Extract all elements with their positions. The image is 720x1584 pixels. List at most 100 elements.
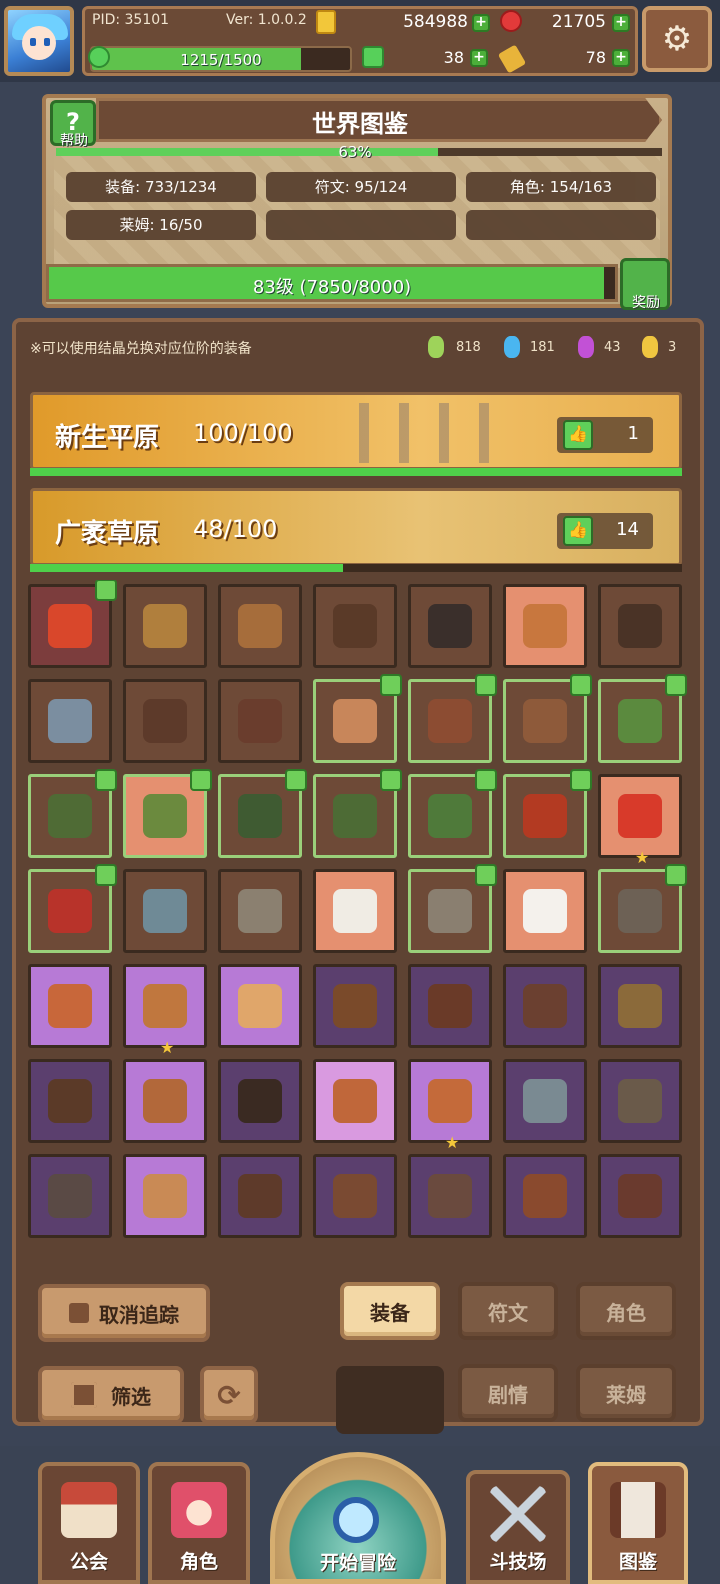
region-vast-grassland[interactable]: 广袤草原 48/100 👍 14 — [30, 488, 682, 566]
add-clover-button[interactable]: + — [470, 49, 488, 67]
boot-item[interactable] — [313, 674, 402, 763]
gold-coin-icon — [316, 10, 336, 34]
belt-item[interactable] — [408, 674, 497, 763]
hood-item[interactable] — [28, 1059, 112, 1143]
untrack-button[interactable]: 取消追踪 — [38, 1284, 210, 1342]
gloves-item[interactable] — [503, 674, 592, 763]
shield-item[interactable] — [123, 679, 207, 763]
green-sword-item[interactable] — [598, 674, 687, 763]
war-helm-item[interactable] — [313, 1154, 397, 1238]
axe-item[interactable] — [408, 1154, 492, 1238]
tab-rune[interactable]: 符文 — [458, 1282, 558, 1340]
horn-helm-item[interactable] — [503, 1154, 587, 1238]
player-id: PID: 35101 — [92, 12, 170, 28]
tab-equipment[interactable]: 装备 — [340, 1282, 440, 1340]
amulet-item[interactable] — [218, 1059, 302, 1143]
item-art-icon — [428, 1174, 472, 1218]
nav-catalog-label: 图鉴 — [618, 1551, 657, 1573]
category-equipment-count: 装备: 733/1234 — [66, 172, 256, 202]
player-avatar[interactable] — [4, 6, 74, 76]
wrench-item[interactable] — [123, 584, 207, 668]
bone-collar-item[interactable] — [123, 1154, 207, 1238]
nav-character[interactable]: 角色 — [148, 1462, 250, 1584]
add-key-button[interactable]: + — [612, 49, 630, 67]
sword-item[interactable] — [28, 679, 112, 763]
nav-arena[interactable]: 斗技场 — [466, 1470, 570, 1584]
category-empty-slot — [466, 210, 656, 240]
red-armor-item[interactable] — [503, 769, 592, 858]
necklace-item[interactable] — [313, 584, 397, 668]
pink-helmet-item[interactable] — [313, 1059, 397, 1143]
like-count: 1 — [627, 423, 639, 444]
white-boots-item[interactable] — [313, 869, 397, 953]
catalog-level-bar: 83级 (7850/8000) — [46, 264, 618, 302]
green-crystal-count: 818 — [456, 340, 481, 355]
wolf-helm-item[interactable] — [28, 1154, 112, 1238]
fur-collar-item[interactable] — [598, 864, 687, 953]
tracked-thumb-icon — [475, 864, 497, 886]
region-count: 48/100 — [193, 515, 278, 543]
nav-guild[interactable]: 公会 — [38, 1462, 140, 1584]
item-art-icon — [618, 604, 662, 648]
add-gold-button[interactable]: + — [472, 14, 490, 32]
category-rune-count: 符文: 95/124 — [266, 172, 456, 202]
red-boots-item[interactable] — [28, 864, 117, 953]
refresh-button[interactable]: ⟳ — [200, 1366, 258, 1424]
spear-item[interactable] — [598, 1059, 682, 1143]
reward-label: 奖励 — [632, 295, 660, 311]
catalog-percent: 63% — [338, 143, 372, 161]
green-belt-item[interactable] — [123, 769, 212, 858]
tab-slime[interactable]: 莱姆 — [576, 1364, 676, 1422]
filter-button[interactable]: 筛选 — [38, 1366, 184, 1424]
item-art-icon — [48, 794, 92, 838]
green-helmet-item[interactable] — [218, 769, 307, 858]
crossbow-item[interactable] — [503, 1059, 587, 1143]
nav-catalog[interactable]: 图鉴 — [588, 1462, 688, 1584]
fire-necklace-item[interactable]: ★ — [598, 774, 682, 866]
orange-necklace-item[interactable]: ★ — [123, 964, 207, 1056]
tab-character[interactable]: 角色 — [576, 1282, 676, 1340]
tracked-thumb-icon — [190, 769, 212, 791]
horn-item[interactable] — [598, 964, 682, 1048]
add-gem-button[interactable]: + — [612, 14, 630, 32]
leather-belt-item[interactable] — [503, 964, 587, 1048]
leather-armor-item[interactable] — [408, 964, 492, 1048]
filter-label: 筛选 — [111, 1384, 151, 1409]
gold-amount: 584988 — [403, 12, 468, 32]
orange-glove-item[interactable] — [218, 964, 302, 1048]
tracked-thumb-icon — [95, 580, 117, 601]
blue-dagger-item[interactable] — [123, 869, 207, 953]
fire-ring-item[interactable] — [28, 580, 117, 668]
tab-story[interactable]: 剧情 — [458, 1364, 558, 1422]
item-art-icon — [428, 604, 472, 648]
green-armor-item[interactable] — [313, 769, 402, 858]
stamina-text: 1215/1500 — [180, 51, 262, 69]
green-gloves-item[interactable] — [28, 769, 117, 858]
clover-count: 38 — [443, 48, 464, 67]
tracked-thumb-icon — [665, 674, 687, 696]
settings-button[interactable]: ⚙ — [642, 6, 712, 72]
region-newborn-plains[interactable]: 新生平原 100/100 👍 1 — [30, 392, 682, 470]
shield-gem-item[interactable]: ★ — [408, 1059, 492, 1151]
stone-bracer-item[interactable] — [408, 864, 497, 953]
green-necklace-item[interactable] — [408, 769, 497, 858]
boar-helm-item[interactable] — [598, 1154, 682, 1238]
armor-item[interactable] — [218, 679, 302, 763]
dark-ring-item[interactable] — [218, 1154, 302, 1238]
nav-arena-label: 斗技场 — [489, 1551, 547, 1573]
helmet-item[interactable] — [598, 584, 682, 668]
item-art-icon — [333, 604, 377, 648]
region-likes: 👍 1 — [557, 417, 653, 453]
item-grid: ★ ★ ★ — [28, 580, 688, 1248]
bone-armor-item[interactable] — [218, 869, 302, 953]
bow-item[interactable] — [313, 964, 397, 1048]
tiger-collar-item[interactable] — [123, 1059, 207, 1143]
beast-helm-item[interactable] — [28, 964, 112, 1048]
bracer-item[interactable] — [218, 584, 302, 668]
item-art-icon — [333, 889, 377, 933]
shell-item[interactable] — [503, 869, 587, 953]
region-count: 100/100 — [193, 419, 293, 447]
staff-item[interactable] — [408, 584, 492, 668]
dagger-item[interactable] — [503, 584, 587, 668]
thumbs-up-icon: 👍 — [563, 420, 593, 450]
